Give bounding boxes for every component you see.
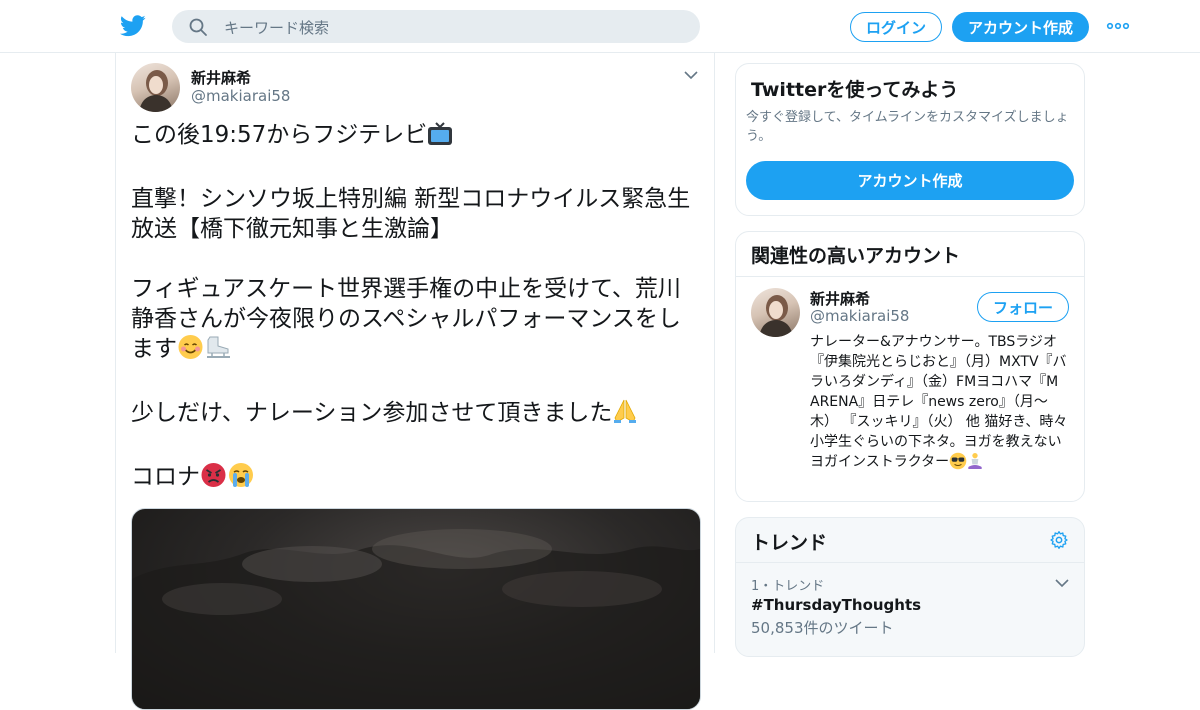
trend-rank-label: 1・トレンド	[751, 579, 825, 594]
trend-hashtag[interactable]: #ThursdayThoughts	[751, 596, 921, 614]
related-account-bio: ナレーター&アナウンサー。TBSラジオ『伊集院光とらじおと』（月）MXTV『バラ…	[810, 332, 1072, 476]
tweet-line: 直撃！シンソウ坂上特別編 新型コロナウイルス緊急生放送【橋下徹元知事と生激論】	[131, 186, 691, 242]
twitter-bird-icon[interactable]	[120, 14, 146, 38]
smiling-face-with-sunglasses-emoji	[949, 452, 967, 476]
avatar[interactable]	[131, 63, 180, 112]
night-sky-photo	[132, 529, 700, 709]
signup-card-description: 今すぐ登録して、タイムラインをカスタマイズしましょう。	[746, 110, 1069, 144]
profile-photo	[139, 70, 173, 112]
smiling-face-emoji	[177, 334, 204, 368]
top-navigation-bar: ログイン アカウント作成	[0, 0, 1200, 53]
tweet-line: フィギュアスケート世界選手権の中止を受けて、荒川静香さんが今夜限りのスペシャルパ…	[131, 274, 703, 368]
more-dots-icon[interactable]	[1106, 18, 1130, 34]
gear-icon[interactable]	[1049, 530, 1069, 550]
chevron-down-icon[interactable]	[684, 70, 698, 80]
tweet-line: この後19:57からフジテレビ	[131, 120, 703, 154]
avatar[interactable]	[751, 288, 800, 337]
folded-hands-emoji	[612, 398, 638, 432]
follow-button[interactable]: フォロー	[977, 292, 1069, 322]
angry-face-emoji	[200, 462, 227, 496]
login-button[interactable]: ログイン	[850, 12, 942, 42]
trends-header: トレンド	[736, 518, 1084, 563]
chevron-down-icon[interactable]	[1055, 578, 1069, 588]
search-icon	[189, 18, 207, 36]
search-box[interactable]	[172, 10, 700, 45]
search-input[interactable]	[222, 10, 686, 45]
related-account-handle[interactable]: @makiarai58	[810, 307, 909, 325]
related-accounts-card: 関連性の高いアカウント 新井麻希 @makiarai58 フォロー ナレーター&…	[735, 231, 1085, 502]
signup-button[interactable]: アカウント作成	[952, 12, 1089, 42]
signup-promo-card: Twitterを使ってみよう 今すぐ登録して、タイムラインをカスタマイズしましょ…	[735, 63, 1085, 216]
tweet-column: 新井麻希 @makiarai58 この後19:57からフジテレビ 直撃！シンソウ…	[115, 53, 715, 710]
profile-photo	[759, 295, 793, 337]
tweet-line: 少しだけ、ナレーション参加させて頂きました	[131, 398, 703, 432]
signup-card-title: Twitterを使ってみよう	[751, 79, 959, 101]
tweet-media-image[interactable]	[131, 508, 701, 710]
trends-title: トレンド	[751, 532, 828, 554]
tweet-line: コロナ	[131, 462, 703, 496]
tweet-author-name[interactable]: 新井麻希	[191, 67, 251, 88]
tweet-author-handle[interactable]: @makiarai58	[191, 87, 290, 105]
trends-card: トレンド 1・トレンド #ThursdayThoughts 50,853件のツイ…	[735, 517, 1085, 657]
loudly-crying-face-emoji	[227, 462, 255, 496]
ice-skate-emoji	[204, 334, 232, 368]
television-emoji	[427, 122, 453, 154]
create-account-button[interactable]: アカウント作成	[746, 161, 1074, 200]
related-accounts-title: 関連性の高いアカウント	[736, 232, 1084, 277]
tweet-text: この後19:57からフジテレビ 直撃！シンソウ坂上特別編 新型コロナウイルス緊急…	[131, 120, 703, 526]
related-account-name[interactable]: 新井麻希	[810, 288, 870, 309]
trend-tweet-count: 50,853件のツイート	[751, 619, 894, 637]
person-in-lotus-position-emoji	[967, 452, 983, 476]
